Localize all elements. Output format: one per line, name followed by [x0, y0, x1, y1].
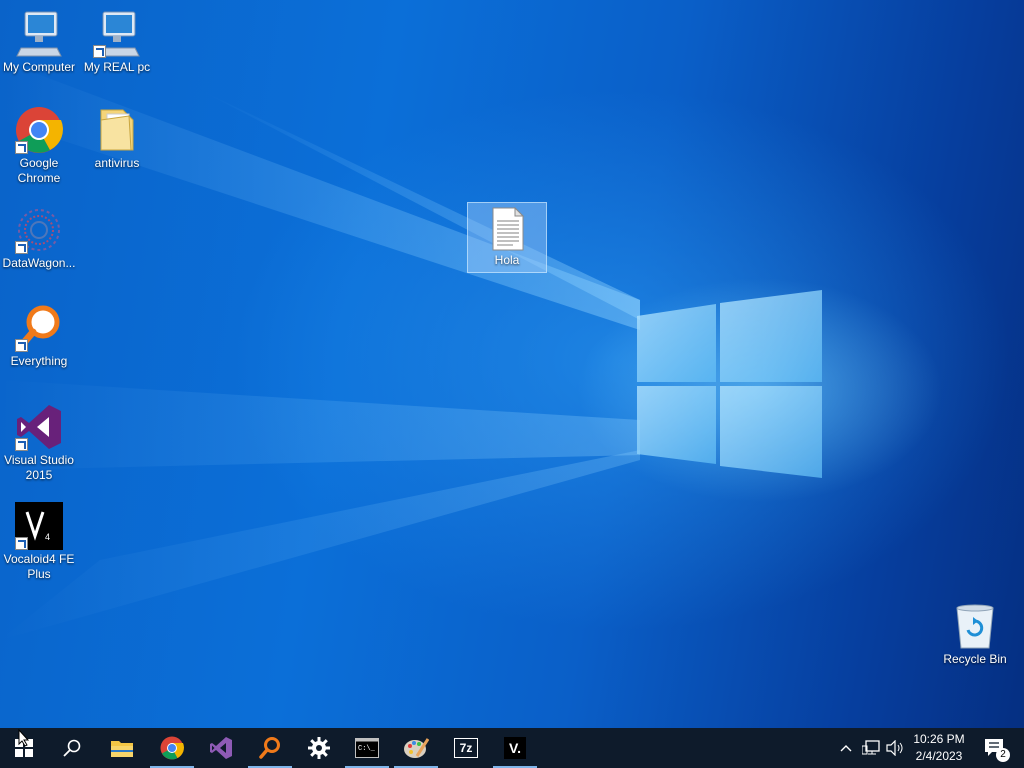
taskbar-settings[interactable]: [295, 728, 343, 768]
chrome-icon: [160, 736, 184, 760]
search-icon: [63, 739, 81, 757]
shortcut-arrow-icon: [15, 141, 28, 154]
icon-label: My REAL pc: [83, 60, 151, 74]
notification-badge: 2: [996, 748, 1010, 762]
taskbar-command-prompt[interactable]: C:\_: [343, 728, 391, 768]
search-button[interactable]: [48, 728, 96, 768]
icon-label: Visual Studio 2015: [4, 453, 74, 482]
icon-label: antivirus: [94, 156, 140, 170]
desktop-icon-datawagon[interactable]: DataWagon...: [0, 206, 78, 271]
volume-button[interactable]: [884, 728, 906, 768]
shortcut-arrow-icon: [15, 241, 28, 254]
clock[interactable]: 10:26 PM 2/4/2023: [908, 731, 970, 765]
clock-date: 2/4/2023: [915, 749, 963, 763]
desktop-icon-visual-studio-2015[interactable]: Visual Studio 2015: [0, 403, 78, 483]
clock-time: 10:26 PM: [913, 732, 965, 746]
folder-icon: [100, 109, 134, 151]
desktop-icon-my-real-pc[interactable]: My REAL pc: [78, 10, 156, 75]
chevron-up-icon: [840, 745, 852, 752]
speaker-icon: [886, 740, 903, 756]
vocaloid-icon: V.: [504, 737, 526, 759]
network-icon: [862, 740, 880, 755]
icon-label: Google Chrome: [17, 156, 61, 185]
desktop-icon-vocaloid4-fe-plus[interactable]: 4 Vocaloid4 FE Plus: [0, 502, 78, 582]
desktop-icon-recycle-bin[interactable]: Recycle Bin: [936, 602, 1014, 667]
icon-label: My Computer: [2, 60, 76, 74]
recycle-bin-icon: [956, 604, 994, 649]
shortcut-arrow-icon: [15, 438, 28, 451]
desktop-icon-everything[interactable]: Everything: [0, 304, 78, 369]
desktop-icon-hola-text-file[interactable]: Hola: [467, 202, 547, 273]
desktop-icon-antivirus-folder[interactable]: antivirus: [78, 106, 156, 171]
taskbar-paint[interactable]: [392, 728, 440, 768]
svg-text:C:\_: C:\_: [358, 745, 376, 753]
visual-studio-icon: [210, 737, 232, 759]
desktop-icon-google-chrome[interactable]: Google Chrome: [0, 106, 78, 186]
shortcut-arrow-icon: [15, 339, 28, 352]
taskbar-7zip[interactable]: 7z: [442, 728, 490, 768]
icon-label: Everything: [10, 354, 68, 368]
network-button[interactable]: [860, 728, 882, 768]
icon-label: Hola: [494, 253, 520, 267]
computer-icon: [16, 11, 62, 57]
shortcut-arrow-icon: [93, 45, 106, 58]
taskbar-visual-studio[interactable]: [197, 728, 245, 768]
desktop-icon-my-computer[interactable]: My Computer: [0, 10, 78, 75]
icon-label: Vocaloid4 FE Plus: [3, 552, 75, 581]
icon-label: Recycle Bin: [943, 652, 1007, 666]
taskbar-file-explorer[interactable]: [98, 728, 146, 768]
icon-label: DataWagon...: [2, 256, 76, 270]
windows-logo-wallpaper: [637, 290, 822, 478]
shortcut-arrow-icon: [15, 537, 28, 550]
taskbar-chrome[interactable]: [148, 728, 196, 768]
text-document-icon: [492, 206, 525, 251]
mouse-cursor-icon: [18, 729, 30, 747]
show-hidden-icons-button[interactable]: [836, 728, 856, 768]
7zip-icon: 7z: [454, 738, 478, 758]
taskbar-vocaloid[interactable]: V.: [491, 728, 539, 768]
paint-palette-icon: [404, 738, 429, 758]
desktop-background[interactable]: My Computer My REAL pc Google Chrome ant…: [0, 0, 1024, 728]
everything-search-icon: [259, 737, 280, 759]
taskbar-everything[interactable]: [246, 728, 294, 768]
taskbar: C:\_ 7z V. 10:26 PM 2/4/2023 2: [0, 728, 1024, 768]
svg-text:4: 4: [45, 532, 50, 542]
action-center-button[interactable]: 2: [978, 728, 1012, 768]
cmd-icon: C:\_: [355, 738, 379, 758]
file-explorer-icon: [111, 741, 133, 757]
gear-icon: [308, 737, 330, 759]
